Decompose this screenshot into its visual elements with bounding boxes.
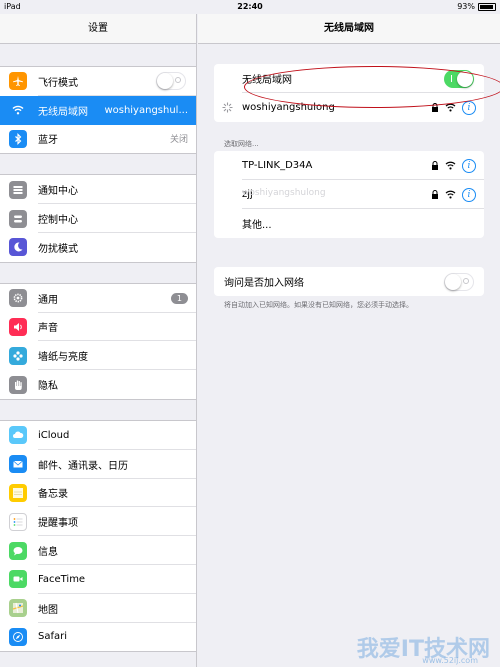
settings-group: 通知中心控制中心勿扰模式 — [0, 174, 196, 263]
sidebar-item-cloud[interactable]: iCloud — [0, 421, 196, 450]
hand-icon — [9, 375, 27, 394]
lock-icon — [431, 161, 439, 170]
facetime-icon — [9, 570, 27, 589]
settings-group: iCloud 邮件、通讯录、日历 备忘录提醒事项信息 FaceTime 地图 Safari — [0, 419, 196, 653]
airplane-mode-toggle[interactable] — [156, 72, 186, 91]
wifi-signal-icon — [445, 161, 456, 170]
notification-center-icon — [9, 180, 27, 199]
sidebar-item-notification-center[interactable]: 通知中心 — [0, 175, 196, 205]
sidebar-item-reminders[interactable]: 提醒事项 — [0, 507, 196, 537]
settings-group: 通用 1 声音墙纸与亮度隐私 — [0, 282, 196, 400]
safari-icon — [9, 627, 27, 646]
info-icon[interactable]: i — [462, 187, 476, 202]
loading-spinner-icon — [222, 102, 233, 113]
bluetooth-icon — [9, 129, 27, 148]
status-bar: iPad 22:40 93% — [0, 0, 500, 14]
sidebar-item-label: 无线局域网 — [38, 106, 88, 118]
ask-join-row: 询问是否加入网络 — [214, 267, 484, 296]
notes-icon — [9, 483, 27, 502]
page-title: 无线局域网 — [198, 14, 500, 44]
wifi-signal-icon — [445, 190, 456, 199]
wifi-detail-pane: 无线局域网 无线局域网 woshiyangshulong i 选取网络... T… — [198, 14, 500, 667]
info-icon[interactable]: i — [462, 100, 476, 115]
battery-indicator: 93% — [457, 2, 496, 11]
ask-join-label: 询问是否加入网络 — [224, 278, 304, 289]
sidebar-item-control-center[interactable]: 控制中心 — [0, 204, 196, 233]
gear-icon — [9, 289, 27, 308]
sidebar-item-gear[interactable]: 通用 1 — [0, 284, 196, 313]
sidebar-item-moon[interactable]: 勿扰模式 — [0, 233, 196, 262]
ask-join-note: 将自动加入已知网络。如果没有已知网络，您必须手动选择。 — [224, 301, 413, 309]
other-network-row[interactable]: 其他... — [214, 209, 484, 238]
ask-join-toggle[interactable] — [444, 272, 474, 291]
speaker-icon — [9, 317, 27, 336]
wifi-icon — [9, 101, 27, 120]
messages-icon — [9, 541, 27, 560]
sidebar-item-label: 邮件、通讯录、日历 — [38, 460, 128, 472]
sidebar-item-flower[interactable]: 墙纸与亮度 — [0, 341, 196, 371]
sidebar-item-label: 飞行模式 — [38, 77, 78, 89]
sidebar-item-label: 勿扰模式 — [38, 243, 78, 255]
sidebar-item-label: 信息 — [38, 547, 58, 559]
watermark-url: www.52ij.com — [422, 656, 478, 665]
network-list-card: TP-LINK_D34A i zjj i 其他... — [214, 151, 484, 238]
info-icon[interactable]: i — [462, 158, 476, 173]
sidebar-title: 设置 — [0, 14, 196, 44]
control-center-icon — [9, 209, 27, 228]
sidebar-item-messages[interactable]: 信息 — [0, 536, 196, 565]
clock: 22:40 — [237, 2, 263, 11]
sidebar-item-label: 隐私 — [38, 381, 58, 393]
sidebar-item-label: 声音 — [38, 323, 58, 335]
sidebar-item-bluetooth[interactable]: 蓝牙 关闭 — [0, 125, 196, 154]
lock-icon — [431, 190, 439, 199]
choose-network-label: 选取网络... — [224, 140, 259, 148]
flower-icon — [9, 346, 27, 365]
ask-join-card: 询问是否加入网络 — [214, 267, 484, 296]
sidebar-item-label: 提醒事项 — [38, 518, 78, 530]
update-badge: 1 — [170, 292, 188, 304]
sidebar-item-hand[interactable]: 隐私 — [0, 370, 196, 399]
sidebar-item-value: woshiyangshul... — [104, 104, 188, 116]
network-row[interactable]: zjj i — [214, 180, 484, 209]
sidebar-item-notes[interactable]: 备忘录 — [0, 479, 196, 508]
network-name: 其他... — [242, 220, 272, 231]
airplane-icon — [9, 72, 27, 91]
cloud-icon — [9, 426, 27, 445]
sidebar-item-label: 通用 — [38, 294, 58, 306]
network-name: TP-LINK_D34A — [242, 160, 313, 171]
sidebar-item-wifi[interactable]: 无线局域网 woshiyangshul... — [0, 95, 196, 125]
settings-sidebar: 设置 飞行模式无线局域网 woshiyangshul... 蓝牙 关闭通知中心控制中心… — [0, 14, 197, 667]
sidebar-item-safari[interactable]: Safari — [0, 623, 196, 652]
sidebar-item-speaker[interactable]: 声音 — [0, 313, 196, 342]
battery-percent: 93% — [457, 2, 475, 11]
settings-group: 飞行模式无线局域网 woshiyangshul... 蓝牙 关闭 — [0, 66, 196, 155]
sidebar-item-label: Safari — [38, 631, 68, 643]
sidebar-item-label: 备忘录 — [38, 489, 68, 501]
maps-icon — [9, 599, 27, 618]
sidebar-item-label: 墙纸与亮度 — [38, 352, 88, 364]
sidebar-item-label: 通知中心 — [38, 186, 78, 198]
sidebar-item-airplane[interactable]: 飞行模式 — [0, 67, 196, 96]
sidebar-item-label: FaceTime — [38, 573, 86, 585]
sidebar-item-value: 关闭 — [169, 135, 188, 146]
sidebar-item-facetime[interactable]: FaceTime — [0, 565, 196, 594]
sidebar-item-label: 蓝牙 — [38, 135, 58, 147]
mail-icon — [9, 455, 27, 474]
sidebar-item-mail[interactable]: 邮件、通讯录、日历 — [0, 450, 196, 479]
annotation-ellipse — [244, 66, 500, 108]
sidebar-item-label: iCloud — [38, 429, 70, 441]
battery-icon — [478, 2, 496, 11]
sidebar-item-maps[interactable]: 地图 — [0, 594, 196, 623]
sidebar-item-label: 地图 — [38, 604, 58, 616]
reminders-icon — [9, 512, 27, 531]
network-name: zjj — [242, 189, 253, 200]
network-row[interactable]: TP-LINK_D34A i — [214, 151, 484, 180]
sidebar-item-label: 控制中心 — [38, 215, 78, 227]
moon-icon — [9, 238, 27, 257]
